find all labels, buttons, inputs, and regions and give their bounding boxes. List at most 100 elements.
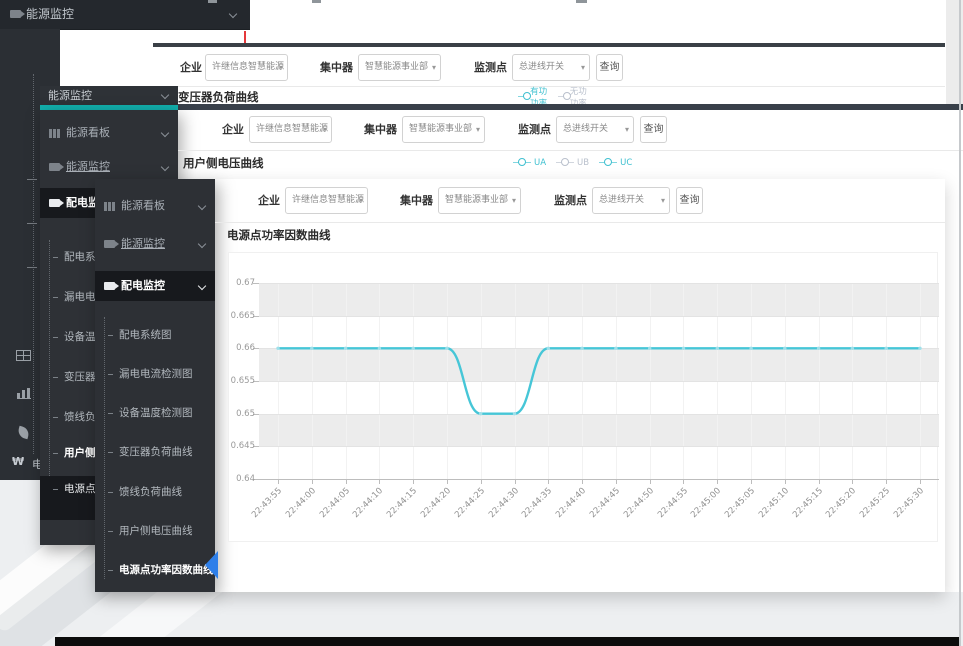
sidebar-item-label: 能源监控 xyxy=(48,89,92,102)
data-point-marker xyxy=(344,347,347,350)
tree-tick xyxy=(27,267,37,268)
film-icon[interactable] xyxy=(16,350,31,361)
dropdown-caret-icon: ▾ xyxy=(625,117,629,142)
tree-tick xyxy=(27,179,37,180)
sidebar-child-4[interactable]: 馈线负荷曲线 xyxy=(95,479,215,505)
chevron-down-icon xyxy=(198,240,206,248)
chevron-down-icon xyxy=(161,163,169,171)
data-point-marker xyxy=(479,412,482,415)
video-monitor-icon xyxy=(10,10,21,18)
data-point-marker xyxy=(817,347,820,350)
dropdown-caret-icon: ▾ xyxy=(279,55,283,80)
query-button[interactable]: 查询 xyxy=(676,187,703,214)
collector-select[interactable]: 智慧能源事业部▾ xyxy=(402,116,485,143)
clipped-top-mark xyxy=(312,0,321,3)
power-factor-chart: 22:43:5522:44:0022:44:0522:44:1022:44:15… xyxy=(229,253,939,543)
line-marker-icon[interactable] xyxy=(518,92,527,101)
point-label: 监测点 xyxy=(474,54,507,81)
selected-item-arrow-icon xyxy=(205,551,218,579)
point-select[interactable]: 总进线开关▾ xyxy=(592,187,670,214)
point-label: 监测点 xyxy=(554,187,587,214)
legend-item: UB xyxy=(556,158,589,168)
collector-select[interactable]: 智慧能源事业部▾ xyxy=(358,54,441,81)
sidebar-group-0[interactable]: 能源看板 xyxy=(40,120,178,146)
point-select[interactable]: 总进线开关▾ xyxy=(556,116,634,143)
video-monitor-icon xyxy=(49,199,60,207)
chevron-down-icon xyxy=(229,10,237,18)
bottom-black-bar xyxy=(55,637,960,646)
dropdown-caret-icon: ▾ xyxy=(512,188,516,213)
power-factor-line xyxy=(229,253,939,543)
dropdown-caret-icon: ▾ xyxy=(581,55,585,80)
collector-select[interactable]: 智慧能源事业部▾ xyxy=(438,187,521,214)
company-select[interactable]: 许继信息智慧能源▾ xyxy=(285,187,368,214)
chart-legend: 有功功率 无功功率 xyxy=(518,90,587,103)
sidebar-group-label: 能源监控 xyxy=(121,237,165,250)
kanban-icon xyxy=(49,129,60,138)
chevron-down-icon xyxy=(161,91,169,99)
clipped-top-mark xyxy=(208,0,217,3)
company-label: 企业 xyxy=(258,187,280,214)
chevron-down-icon xyxy=(198,282,206,290)
point-select[interactable]: 总进线开关▾ xyxy=(512,54,590,81)
tree-tick xyxy=(27,223,37,224)
kanban-icon xyxy=(104,202,115,211)
query-button[interactable]: 查询 xyxy=(640,116,667,143)
data-point-marker xyxy=(513,412,516,415)
legend-label[interactable]: UA xyxy=(534,158,546,168)
clipped-top-mark xyxy=(576,0,587,3)
base-sidebar-top-item[interactable]: 能源监控 xyxy=(0,0,250,30)
query-button[interactable]: 查询 xyxy=(596,54,623,81)
dropdown-caret-icon: ▾ xyxy=(661,188,665,213)
separator xyxy=(215,222,945,223)
sidebar-group-2[interactable]: 配电监控 xyxy=(95,271,215,301)
dropdown-caret-icon: ▾ xyxy=(476,117,480,142)
data-point-marker xyxy=(547,347,550,350)
sidebar-group-1[interactable]: 能源监控 xyxy=(95,231,215,257)
separator xyxy=(153,86,945,87)
sidebar-child-1[interactable]: 漏电电流检测图 xyxy=(95,361,215,387)
screen-right-border xyxy=(959,0,961,646)
leaf-icon[interactable] xyxy=(17,426,30,439)
dropdown-caret-icon: ▾ xyxy=(323,117,327,142)
company-select[interactable]: 许继信息智慧能源▾ xyxy=(249,116,332,143)
video-monitor-icon xyxy=(49,163,60,171)
data-point-marker xyxy=(378,347,381,350)
sidebar-child-5[interactable]: 用户侧电压曲线 xyxy=(95,518,215,544)
data-point-marker xyxy=(445,347,448,350)
data-point-marker xyxy=(648,347,651,350)
line-marker-icon[interactable] xyxy=(513,158,531,167)
data-point-marker xyxy=(918,347,921,350)
line-marker-icon[interactable] xyxy=(599,158,617,167)
red-cursor-mark xyxy=(244,31,246,43)
legend-label[interactable]: UC xyxy=(620,158,632,168)
data-point-marker xyxy=(412,347,415,350)
line-marker-icon[interactable] xyxy=(558,92,567,101)
tree-guide-line xyxy=(33,74,34,454)
sidebar-child-3[interactable]: 变压器负荷曲线 xyxy=(95,439,215,465)
bar-chart-icon[interactable] xyxy=(17,387,31,399)
sidebar-item-energy-monitor[interactable]: 能源监控 xyxy=(40,86,178,105)
sidebar-group-label: 配电监控 xyxy=(121,279,165,292)
chevron-down-icon xyxy=(161,129,169,137)
sidebar-child-6[interactable]: 电源点功率因数曲线 xyxy=(95,557,215,583)
company-select[interactable]: 许继信息智慧能源▾ xyxy=(205,54,288,81)
legend-item: UC xyxy=(599,158,632,168)
series-line xyxy=(278,348,920,413)
sidebar-group-0[interactable]: 能源看板 xyxy=(95,193,215,219)
data-point-marker xyxy=(716,347,719,350)
video-monitor-icon xyxy=(104,282,115,290)
sidebar-child-0[interactable]: 配电系统图 xyxy=(95,322,215,348)
company-label: 企业 xyxy=(222,116,244,143)
data-point-marker xyxy=(580,347,583,350)
legend-label[interactable]: UB xyxy=(577,158,589,168)
dropdown-caret-icon: ▾ xyxy=(432,55,436,80)
chart-title: 用户侧电压曲线 xyxy=(183,155,264,171)
line-marker-icon[interactable] xyxy=(556,158,574,167)
legend-item: UA xyxy=(513,158,546,168)
sidebar-child-2[interactable]: 设备温度检测图 xyxy=(95,400,215,426)
chart-title: 电源点功率因数曲线 xyxy=(227,227,331,243)
chart-card: 22:43:5522:44:0022:44:0522:44:1022:44:15… xyxy=(228,252,938,542)
sidebar-group-1[interactable]: 能源监控 xyxy=(40,154,178,180)
sidebar-group-label: 能源看板 xyxy=(66,126,110,139)
